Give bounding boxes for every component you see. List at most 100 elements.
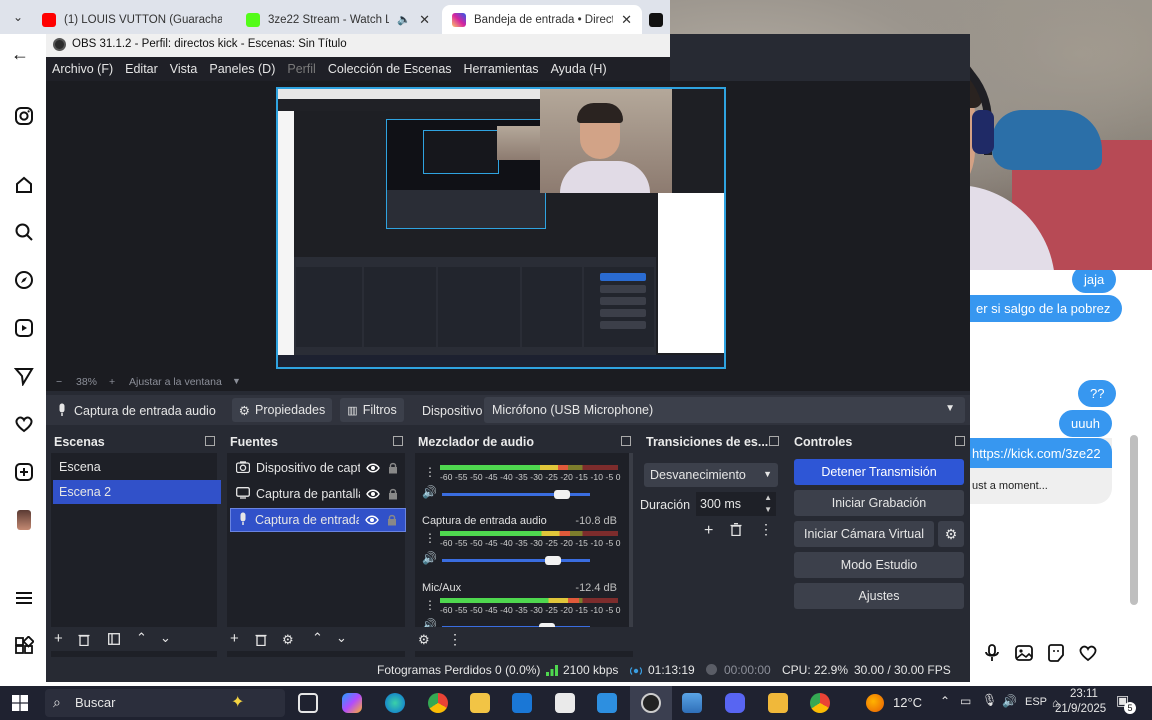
sticker-icon[interactable] — [1046, 643, 1066, 666]
microphone-icon[interactable] — [982, 643, 1002, 666]
menu-tools[interactable]: Herramientas — [458, 62, 545, 76]
clock-time[interactable]: 23:11 — [1066, 688, 1102, 700]
back-arrow-icon[interactable]: ← — [8, 42, 32, 66]
copilot-icon[interactable] — [342, 693, 362, 713]
task-view-icon[interactable] — [298, 693, 318, 713]
instagram-logo-icon[interactable] — [12, 104, 36, 128]
undock-icon[interactable] — [955, 436, 965, 446]
lock-icon[interactable] — [385, 513, 399, 527]
device-select[interactable]: Micrófono (USB Microphone) ▼ — [484, 397, 965, 423]
move-up-icon[interactable]: ⌃ — [312, 630, 323, 645]
apps-icon[interactable] — [12, 634, 36, 658]
store-icon[interactable] — [555, 693, 575, 713]
menu-view[interactable]: Vista — [164, 62, 204, 76]
menu-help[interactable]: Ayuda (H) — [545, 62, 613, 76]
zoom-in-button[interactable]: + — [109, 376, 115, 388]
scene-item[interactable]: Escena — [53, 455, 221, 479]
messages-icon[interactable] — [12, 364, 36, 388]
move-up-icon[interactable]: ⌃ — [136, 630, 147, 645]
edge-icon[interactable] — [385, 693, 405, 713]
chevron-down-icon[interactable]: ▼ — [232, 376, 241, 386]
tab-list-dropdown-icon[interactable]: ⌄ — [8, 7, 28, 27]
stop-streaming-button[interactable]: Detener Transmisión — [794, 459, 964, 485]
browser-tab-kick[interactable]: 3ze22 Stream - Watch Live 🔈 ✕ — [236, 5, 440, 34]
weather-icon[interactable] — [866, 694, 884, 712]
eye-icon[interactable] — [366, 461, 380, 475]
more-icon[interactable]: ⋮ — [424, 465, 436, 479]
profile-avatar-icon[interactable] — [12, 508, 36, 532]
undock-icon[interactable] — [621, 436, 631, 446]
filter-icon[interactable] — [108, 633, 120, 648]
create-icon[interactable] — [12, 460, 36, 484]
home-icon[interactable] — [12, 173, 36, 197]
add-icon[interactable]: + — [704, 522, 713, 540]
undock-icon[interactable] — [769, 436, 779, 446]
speaker-icon[interactable]: 🔊 — [422, 551, 437, 565]
display-icon[interactable]: ▭ — [960, 694, 971, 708]
chat-scrollbar[interactable] — [1130, 435, 1138, 605]
menu-docks[interactable]: Paneles (D) — [203, 62, 281, 76]
heart-icon[interactable] — [1078, 643, 1098, 666]
clock-date[interactable]: 21/9/2025 — [1055, 703, 1106, 715]
speaker-icon[interactable]: 🔈 — [397, 13, 411, 26]
language-indicator[interactable]: ESP — [1025, 696, 1047, 708]
fit-to-window-button[interactable]: Ajustar a la ventana — [129, 376, 222, 388]
menu-file[interactable]: Archivo (F) — [46, 62, 119, 76]
eye-icon[interactable] — [365, 513, 379, 527]
settings-button[interactable]: Ajustes — [794, 583, 964, 609]
close-tab-icon[interactable]: ✕ — [419, 12, 430, 28]
volume-icon[interactable]: 🔊 — [1002, 694, 1017, 708]
browser-tab-youtube[interactable]: (1) LOUIS VUTTON (Guaracha — [32, 5, 232, 34]
menu-edit[interactable]: Editar — [119, 62, 164, 76]
lock-icon[interactable] — [386, 461, 400, 475]
chrome-icon[interactable] — [428, 693, 448, 713]
source-item[interactable]: Dispositivo de captu — [230, 456, 406, 480]
chrome-icon[interactable] — [810, 693, 830, 713]
virtual-camera-settings-gear-icon[interactable]: ⚙ — [938, 521, 964, 547]
advanced-audio-gear-icon[interactable]: ⚙ — [418, 632, 430, 647]
spin-up-icon[interactable]: ▲ — [764, 493, 772, 502]
transition-select[interactable]: Desvanecimiento ▼ — [644, 463, 778, 487]
undock-icon[interactable] — [205, 436, 215, 446]
outlook-icon[interactable] — [512, 693, 532, 713]
app-icon[interactable] — [597, 693, 617, 713]
zoom-out-button[interactable]: − — [56, 376, 62, 388]
speaker-icon[interactable]: 🔊 — [422, 485, 437, 499]
volume-slider-handle[interactable] — [553, 490, 570, 499]
volume-slider[interactable] — [442, 559, 590, 562]
trash-icon[interactable] — [255, 633, 267, 649]
start-virtual-camera-button[interactable]: Iniciar Cámara Virtual — [794, 521, 934, 547]
image-icon[interactable] — [1014, 643, 1034, 666]
spin-down-icon[interactable]: ▼ — [764, 505, 772, 514]
scene-item[interactable]: Escena 2 — [53, 480, 221, 504]
eye-icon[interactable] — [366, 487, 380, 501]
lock-icon[interactable] — [386, 487, 400, 501]
chevron-up-icon[interactable]: ⌃ — [940, 694, 950, 708]
reels-icon[interactable] — [12, 316, 36, 340]
move-down-icon[interactable]: ⌄ — [160, 630, 171, 645]
app-icon[interactable] — [768, 693, 788, 713]
move-down-icon[interactable]: ⌄ — [336, 630, 347, 645]
app-icon[interactable] — [682, 693, 702, 713]
undock-icon[interactable] — [393, 436, 403, 446]
microphone-icon[interactable]: 🎙 — [982, 693, 997, 707]
add-source-icon[interactable]: + — [230, 631, 239, 646]
browser-tab-tiktok[interactable] — [644, 5, 668, 34]
source-item[interactable]: Captura de pantalla — [230, 482, 406, 506]
filters-button[interactable]: ▥ Filtros — [340, 398, 404, 422]
heart-icon[interactable] — [12, 412, 36, 436]
search-icon[interactable] — [12, 220, 36, 244]
file-explorer-icon[interactable] — [470, 693, 490, 713]
more-icon[interactable]: ⋮ — [424, 598, 436, 612]
windows-start-icon[interactable] — [12, 695, 28, 711]
explore-icon[interactable] — [12, 268, 36, 292]
browser-tab-instagram[interactable]: Bandeja de entrada • Direct ✕ — [442, 5, 642, 34]
close-tab-icon[interactable]: ✕ — [621, 12, 632, 28]
more-icon[interactable]: ⋮ — [424, 531, 436, 545]
studio-mode-button[interactable]: Modo Estudio — [794, 552, 964, 578]
obs-taskbar-button[interactable] — [630, 686, 672, 720]
more-icon[interactable]: ⋮ — [448, 632, 462, 647]
trash-icon[interactable] — [78, 633, 90, 649]
start-recording-button[interactable]: Iniciar Grabación — [794, 490, 964, 516]
trash-icon[interactable] — [730, 523, 742, 539]
